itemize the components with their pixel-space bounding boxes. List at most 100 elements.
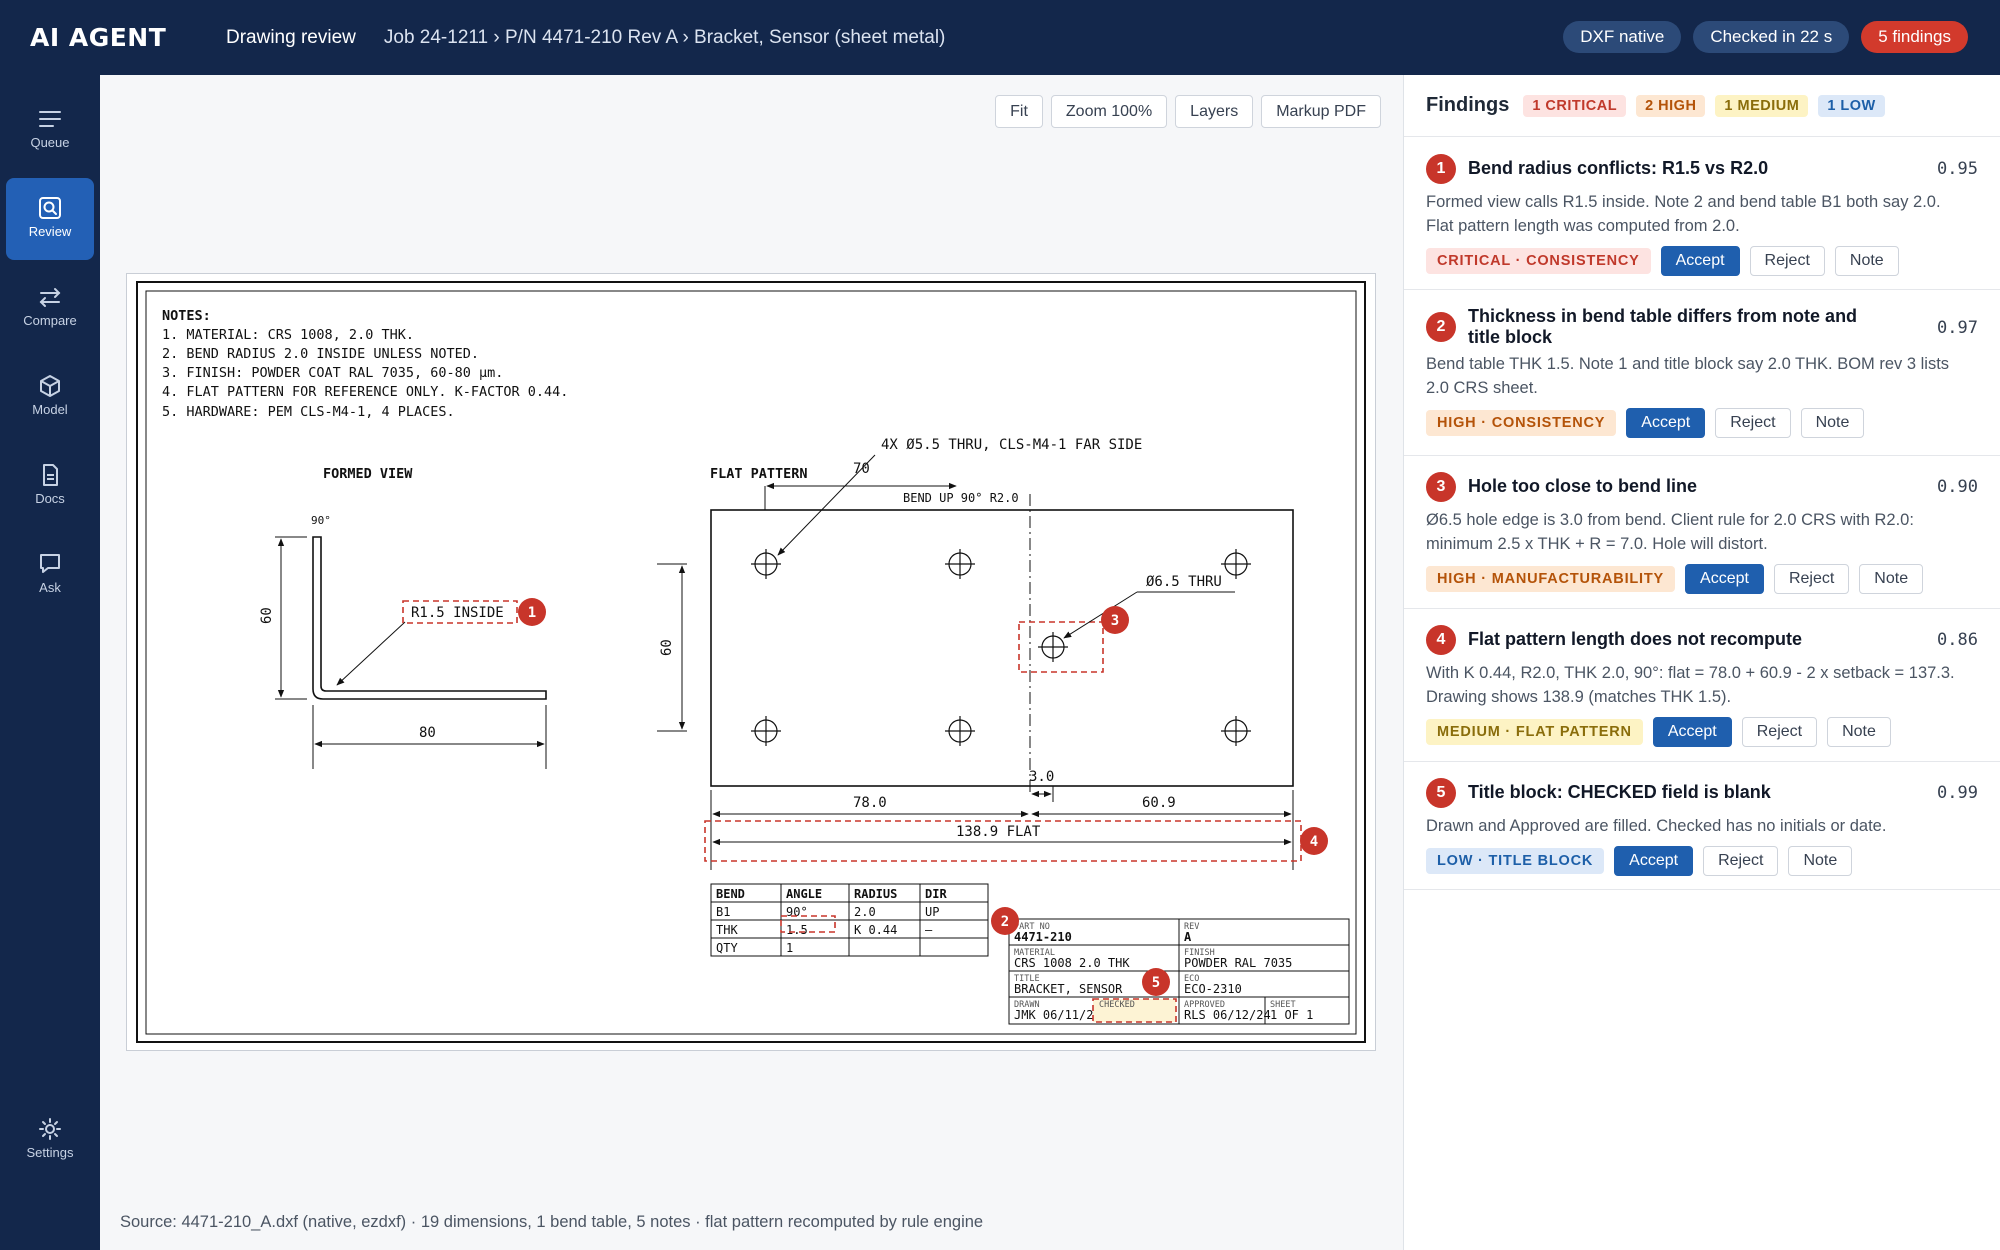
formed-height-text: 60 bbox=[259, 607, 275, 624]
fit-button[interactable]: Fit bbox=[995, 95, 1043, 128]
bend-table-header: ANGLE bbox=[786, 887, 822, 901]
breadcrumb[interactable]: Job 24-1211 › P/N 4471-210 Rev A › Brack… bbox=[384, 27, 946, 49]
layers-button[interactable]: Layers bbox=[1175, 95, 1254, 128]
confidence-score: 0.99 bbox=[1937, 783, 1978, 803]
hole bbox=[945, 716, 975, 746]
note-button[interactable]: Note bbox=[1800, 408, 1865, 438]
accept-button[interactable]: Accept bbox=[1685, 564, 1764, 594]
accept-button[interactable]: Accept bbox=[1652, 717, 1732, 747]
hole-6.5 bbox=[1038, 632, 1068, 662]
app-brand: AI AGENT bbox=[30, 23, 167, 52]
markup-pdf-button[interactable]: Markup PDF bbox=[1261, 95, 1381, 128]
nav-item-review[interactable]: Review bbox=[6, 178, 94, 260]
finding-description: Bend table THK 1.5. Note 1 and title blo… bbox=[1426, 355, 1950, 397]
bend-table-header: RADIUS bbox=[854, 887, 897, 901]
nav-item-ask[interactable]: Ask bbox=[6, 534, 94, 616]
accept-button[interactable]: Accept bbox=[1660, 246, 1740, 276]
note-button[interactable]: Note bbox=[1834, 246, 1899, 276]
finding-card[interactable]: 2 Thickness in bend table differs from n… bbox=[1404, 290, 2000, 456]
medium-count-badge[interactable]: 1 MEDIUM bbox=[1715, 94, 1809, 117]
severity-tag: LOW · TITLE BLOCK bbox=[1426, 848, 1605, 874]
nav-item-model[interactable]: Model bbox=[6, 356, 94, 438]
notes-block: NOTES: 1. MATERIAL: CRS 1008, 2.0 THK. 2… bbox=[162, 308, 568, 420]
reject-button[interactable]: Reject bbox=[1715, 408, 1791, 438]
bend-table-cell: 1 bbox=[786, 941, 793, 955]
note-button[interactable]: Note bbox=[1859, 564, 1924, 594]
formed-view: FORMED VIEW 90° 60 80 R1.5 INSIDE bbox=[259, 466, 547, 769]
nav-item-settings[interactable]: Settings bbox=[6, 1099, 94, 1181]
formed-angle: 90° bbox=[311, 514, 331, 527]
zoom-button[interactable]: Zoom 100% bbox=[1050, 95, 1168, 128]
flat-pattern: FLAT PATTERN 4X Ø5.5 THRU, CLS-M4-1 FAR … bbox=[657, 437, 1302, 870]
finding-marker-3: 3 bbox=[1101, 606, 1129, 634]
bend-table-cell: 2.0 bbox=[854, 905, 876, 919]
finding-number: 3 bbox=[1426, 472, 1456, 502]
format-badge: DXF native bbox=[1563, 21, 1682, 53]
findings-title: Findings bbox=[1426, 94, 1510, 116]
finding-card[interactable]: 3 Hole too close to bend line 0.90 Ø6.5 … bbox=[1404, 456, 2000, 609]
reject-button[interactable]: Reject bbox=[1703, 846, 1779, 876]
note-line: 5. HARDWARE: PEM CLS-M4-1, 4 PLACES. bbox=[162, 404, 455, 420]
reject-button[interactable]: Reject bbox=[1749, 246, 1825, 276]
accept-button[interactable]: Accept bbox=[1626, 408, 1706, 438]
severity-tag: MEDIUM · FLAT PATTERN bbox=[1426, 719, 1643, 745]
note-button[interactable]: Note bbox=[1827, 717, 1891, 747]
bend-table-cell: UP bbox=[925, 905, 939, 919]
bend-table-header: BEND bbox=[716, 887, 745, 901]
finding-title: Bend radius conflicts: R1.5 vs R2.0 bbox=[1468, 158, 1769, 178]
sheet-border-inner bbox=[145, 290, 1357, 1035]
finding-marker-5: 5 bbox=[1142, 968, 1170, 996]
note-button[interactable]: Note bbox=[1788, 846, 1853, 876]
gear-icon bbox=[39, 1118, 61, 1140]
bend-table-cell: 90° bbox=[786, 905, 808, 919]
drawing-sheet[interactable]: NOTES: 1. MATERIAL: CRS 1008, 2.0 THK. 2… bbox=[126, 273, 1376, 1051]
nav-item-compare[interactable]: Compare bbox=[6, 267, 94, 349]
formed-width-text: 80 bbox=[419, 725, 436, 741]
finding-card[interactable]: 1 Bend radius conflicts: R1.5 vs R2.0 0.… bbox=[1404, 137, 2000, 290]
nav-item-docs[interactable]: Docs bbox=[6, 445, 94, 527]
finding-number: 4 bbox=[1426, 625, 1456, 655]
hole bbox=[751, 549, 781, 579]
finding-actions: MEDIUM · FLAT PATTERN Accept Reject Note bbox=[1426, 717, 1978, 747]
reject-button[interactable]: Reject bbox=[1741, 717, 1818, 747]
dim-left-text: 78.0 bbox=[853, 795, 887, 811]
critical-count-badge[interactable]: 1 CRITICAL bbox=[1523, 94, 1627, 117]
severity-tag: CRITICAL · CONSISTENCY bbox=[1426, 248, 1651, 274]
accept-button[interactable]: Accept bbox=[1614, 846, 1694, 876]
hole bbox=[1221, 716, 1251, 746]
bend-note: BEND UP 90° R2.0 bbox=[903, 491, 1019, 505]
bend-table-cell: THK bbox=[716, 923, 738, 937]
confidence-score: 0.95 bbox=[1937, 159, 1978, 179]
tb-sheet: 1 OF 1 bbox=[1270, 1008, 1313, 1022]
low-count-badge[interactable]: 1 LOW bbox=[1818, 94, 1885, 117]
notes-title: NOTES: bbox=[162, 308, 211, 324]
svg-text:4: 4 bbox=[1310, 834, 1318, 850]
formed-view-title: FORMED VIEW bbox=[323, 466, 413, 482]
nav-label: Model bbox=[32, 402, 68, 417]
tb-drawn: JMK 06/11/24 bbox=[1014, 1008, 1101, 1022]
nav-item-queue[interactable]: Queue bbox=[6, 89, 94, 171]
findings-count-badge[interactable]: 5 findings bbox=[1861, 21, 1968, 53]
section-title[interactable]: Drawing review bbox=[226, 27, 356, 49]
nav-label: Review bbox=[28, 224, 72, 239]
severity-tag: HIGH · MANUFACTURABILITY bbox=[1426, 566, 1676, 592]
tb-eco: ECO-2310 bbox=[1184, 982, 1242, 996]
severity-tag: HIGH · CONSISTENCY bbox=[1426, 410, 1617, 436]
dim-70-text: 70 bbox=[853, 461, 870, 477]
finding-description: Ø6.5 hole edge is 3.0 from bend. Client … bbox=[1426, 511, 1914, 553]
cube-icon bbox=[40, 375, 60, 397]
reject-button[interactable]: Reject bbox=[1773, 564, 1850, 594]
flat-height-text: 60 bbox=[659, 639, 675, 656]
dim-right-text: 60.9 bbox=[1142, 795, 1176, 811]
finding-actions: HIGH · MANUFACTURABILITY Accept Reject N… bbox=[1426, 564, 1978, 594]
hole-callout: 4X Ø5.5 THRU, CLS-M4-1 FAR SIDE bbox=[881, 437, 1142, 453]
high-count-badge[interactable]: 2 HIGH bbox=[1636, 94, 1706, 117]
nav-label: Docs bbox=[35, 491, 65, 506]
flat-outline bbox=[710, 509, 1294, 787]
nav-label: Ask bbox=[39, 580, 61, 595]
svg-text:3: 3 bbox=[1111, 613, 1119, 629]
finding-card[interactable]: 4 Flat pattern length does not recompute… bbox=[1404, 609, 2000, 762]
finding-card[interactable]: 5 Title block: CHECKED field is blank 0.… bbox=[1404, 762, 2000, 890]
drawing-canvas: NOTES: 1. MATERIAL: CRS 1008, 2.0 THK. 2… bbox=[136, 281, 1366, 1043]
chat-icon bbox=[40, 554, 60, 573]
